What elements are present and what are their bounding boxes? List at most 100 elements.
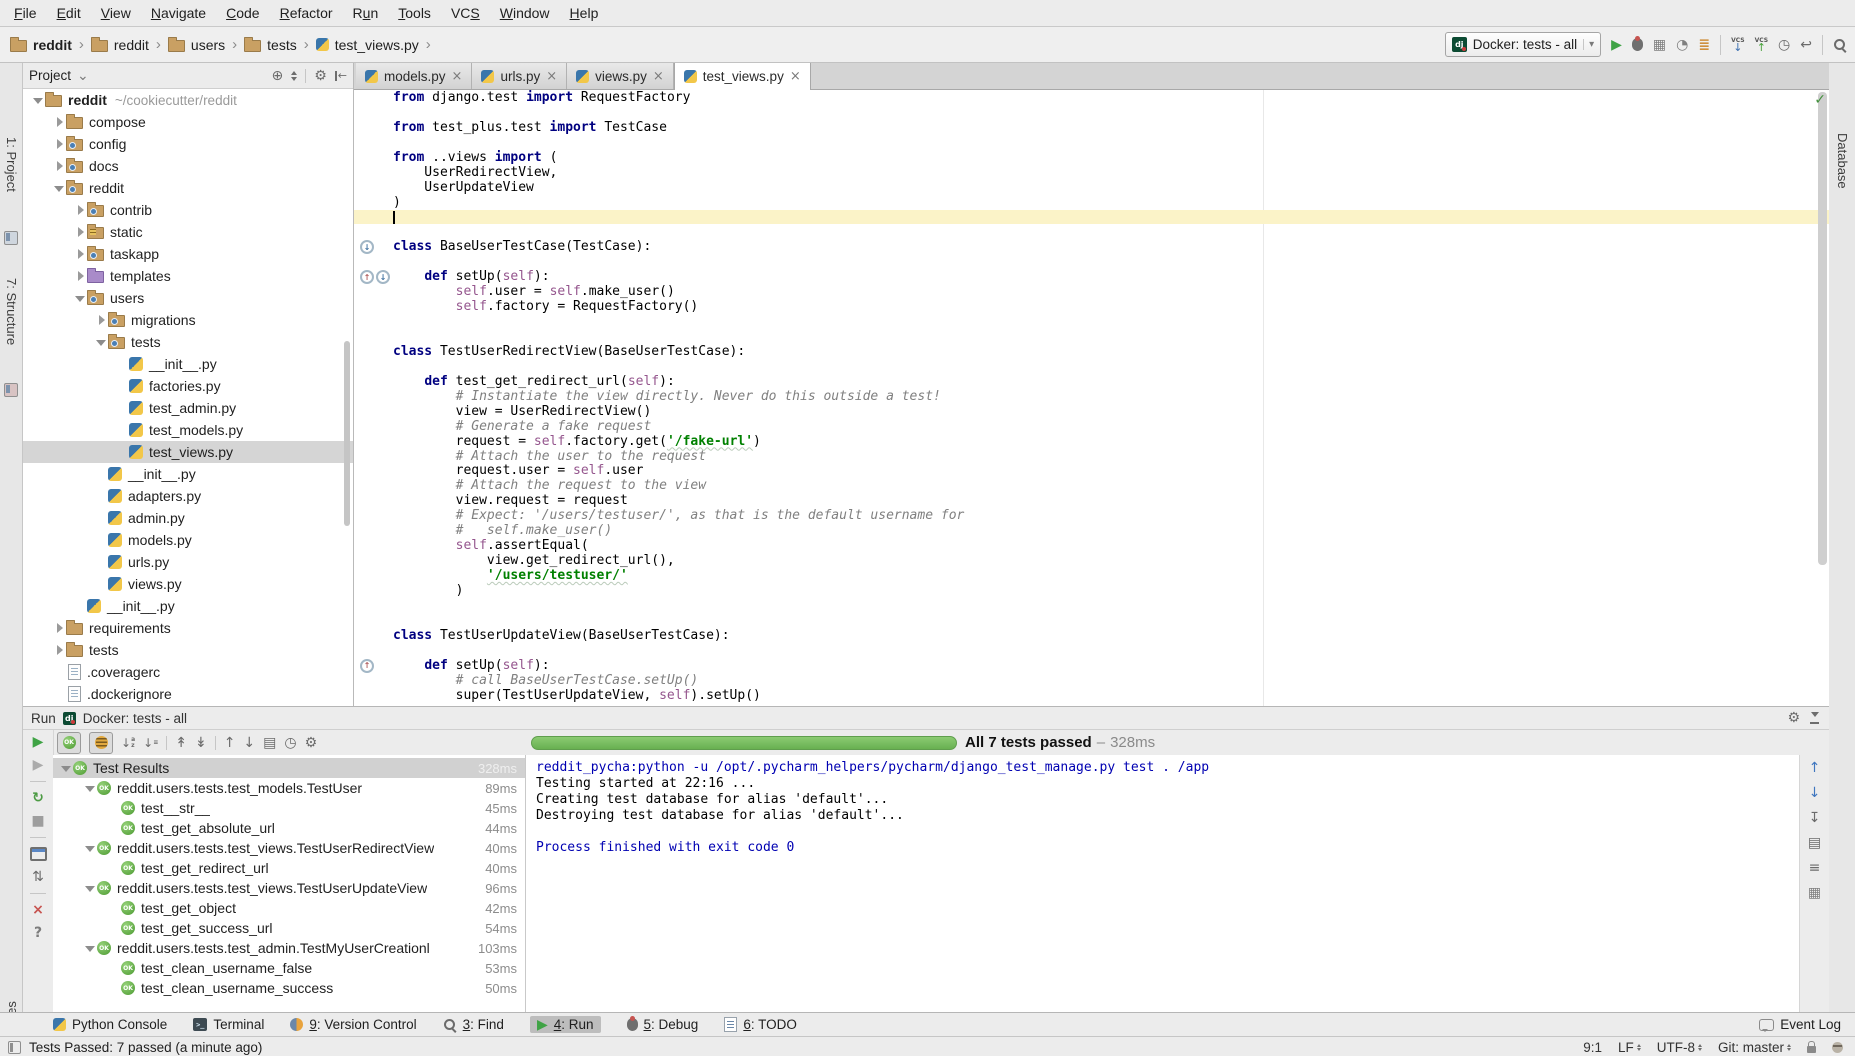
test-result-row[interactable]: reddit.users.tests.test_admin.TestMyUser… xyxy=(53,938,525,958)
collapse-all-icon[interactable] xyxy=(195,736,207,750)
menu-view[interactable]: View xyxy=(91,0,141,26)
print-icon[interactable] xyxy=(1809,861,1821,875)
test-result-row[interactable]: Test Results328ms xyxy=(53,758,525,778)
code-line[interactable]: # Generate a fake request xyxy=(354,419,1829,434)
run-test-gutter-icon[interactable] xyxy=(376,270,390,284)
code-line[interactable] xyxy=(354,329,1829,344)
git-branch-widget[interactable]: Git: master xyxy=(1718,1040,1791,1055)
toolwindow-button-python-console[interactable]: Python Console xyxy=(53,1017,167,1032)
menu-code[interactable]: Code xyxy=(216,0,269,26)
scroll-to-end-icon[interactable] xyxy=(1808,836,1821,850)
tree-item[interactable]: docs xyxy=(23,155,353,177)
test-result-row[interactable]: test_get_object42ms xyxy=(53,898,525,918)
run-button[interactable] xyxy=(1611,38,1622,52)
toolwindow-button-debug[interactable]: 5: Debug xyxy=(627,1017,699,1032)
test-result-row[interactable]: test_clean_username_success50ms xyxy=(53,978,525,998)
locate-file-icon[interactable] xyxy=(271,69,283,83)
collapsed-arrow-icon[interactable] xyxy=(52,111,66,133)
code-line[interactable]: view.request = request xyxy=(354,493,1829,508)
gutter-run-icons[interactable] xyxy=(360,240,374,254)
tree-item[interactable]: factories.py xyxy=(23,375,353,397)
code-line[interactable]: from test_plus.test import TestCase xyxy=(354,120,1829,135)
tab-models.py[interactable]: models.py xyxy=(356,63,472,89)
scroll-down-icon[interactable] xyxy=(1809,786,1821,800)
tree-item[interactable]: tests xyxy=(23,331,353,353)
test-history-icon[interactable] xyxy=(284,736,296,750)
code-line[interactable]: # Attach the user to the request xyxy=(354,449,1829,464)
collapsed-arrow-icon[interactable] xyxy=(73,265,87,287)
code-line[interactable]: view.get_redirect_url(), xyxy=(354,553,1829,568)
menu-refactor[interactable]: Refactor xyxy=(270,0,343,26)
code-line[interactable]: class BaseUserTestCase(TestCase): xyxy=(354,239,1829,254)
test-result-row[interactable]: test_get_redirect_url40ms xyxy=(53,858,525,878)
expanded-arrow-icon[interactable] xyxy=(73,287,87,309)
tree-item[interactable]: migrations xyxy=(23,309,353,331)
toolwindow-button-run[interactable]: 4: Run xyxy=(530,1016,601,1033)
clear-console-icon[interactable] xyxy=(1808,886,1821,900)
breadcrumb-item[interactable]: reddit xyxy=(10,37,72,53)
breadcrumb-item[interactable]: tests xyxy=(244,37,297,53)
code-line[interactable]: from django.test import RequestFactory xyxy=(354,90,1829,105)
soft-wrap-icon[interactable] xyxy=(1809,811,1821,825)
close-icon[interactable] xyxy=(546,69,557,84)
tab-urls.py[interactable]: urls.py xyxy=(472,63,567,89)
toolwindow-button-version-control[interactable]: 9: Version Control xyxy=(290,1017,416,1032)
encoding-widget[interactable]: UTF-8 xyxy=(1657,1040,1702,1055)
structure-icon[interactable] xyxy=(4,383,18,397)
run-with-settings-button[interactable] xyxy=(1698,38,1710,52)
test-result-row[interactable]: reddit.users.tests.test_models.TestUser8… xyxy=(53,778,525,798)
toolwindow-button-event-log[interactable]: Event Log xyxy=(1759,1017,1841,1032)
close-icon[interactable] xyxy=(790,69,801,84)
menu-navigate[interactable]: Navigate xyxy=(141,0,216,26)
run-test-gutter-icon[interactable] xyxy=(360,270,374,284)
tree-item[interactable]: .coveragerc xyxy=(23,661,353,683)
tree-item[interactable]: views.py xyxy=(23,573,353,595)
collapsed-arrow-icon[interactable] xyxy=(73,243,87,265)
inspections-ok-icon[interactable] xyxy=(1814,93,1826,107)
code-line[interactable]: self.assertEqual( xyxy=(354,538,1829,553)
code-line[interactable]: def setUp(self): xyxy=(354,269,1829,284)
tree-item[interactable]: test_views.py xyxy=(23,441,353,463)
code-line[interactable]: def setUp(self): xyxy=(354,658,1829,673)
toolwindow-button-terminal[interactable]: Terminal xyxy=(193,1017,264,1032)
code-line[interactable] xyxy=(354,359,1829,374)
toolwindow-tab-database[interactable]: Database xyxy=(1835,133,1850,189)
code-line[interactable]: UserRedirectView, xyxy=(354,165,1829,180)
code-line[interactable]: self.user = self.make_user() xyxy=(354,284,1829,299)
help-icon[interactable] xyxy=(34,926,42,940)
menu-window[interactable]: Window xyxy=(490,0,560,26)
tree-item[interactable]: compose xyxy=(23,111,353,133)
lock-icon[interactable] xyxy=(1807,1046,1816,1053)
project-tree-scrollbar[interactable] xyxy=(344,341,350,526)
toggle-auto-test-button[interactable] xyxy=(32,791,44,805)
collapsed-arrow-icon[interactable] xyxy=(52,639,66,661)
close-icon[interactable] xyxy=(653,69,664,84)
code-line[interactable] xyxy=(354,254,1829,269)
gear-icon[interactable] xyxy=(314,69,327,83)
tree-item[interactable]: test_models.py xyxy=(23,419,353,441)
tree-item[interactable]: models.py xyxy=(23,529,353,551)
breadcrumb-item[interactable]: users xyxy=(168,37,225,53)
collapsed-arrow-icon[interactable] xyxy=(73,221,87,243)
hide-panel-icon[interactable] xyxy=(335,69,347,82)
code-line[interactable]: # Instantiate the view directly. Never d… xyxy=(354,389,1829,404)
restore-layout-button[interactable] xyxy=(30,847,47,861)
collapsed-arrow-icon[interactable] xyxy=(52,133,66,155)
test-result-row[interactable]: test__str__45ms xyxy=(53,798,525,818)
code-line[interactable] xyxy=(354,598,1829,613)
expanded-arrow-icon[interactable] xyxy=(83,838,97,858)
next-test-icon[interactable] xyxy=(243,736,255,750)
test-result-row[interactable]: test_clean_username_false53ms xyxy=(53,958,525,978)
code-line[interactable] xyxy=(354,613,1829,628)
gutter-run-icons[interactable] xyxy=(360,270,390,284)
export-results-icon[interactable] xyxy=(263,736,276,750)
code-line[interactable] xyxy=(354,314,1829,329)
code-line[interactable] xyxy=(354,210,1829,225)
close-icon[interactable] xyxy=(32,903,44,917)
tab-test_views.py[interactable]: test_views.py xyxy=(674,63,811,90)
toolwindow-button-todo[interactable]: 6: TODO xyxy=(724,1017,797,1032)
gear-icon[interactable] xyxy=(305,736,318,750)
run-console[interactable]: reddit_pycha:python -u /opt/.pycharm_hel… xyxy=(526,755,1800,1013)
code-line[interactable] xyxy=(354,135,1829,150)
vcs-update-button[interactable] xyxy=(1731,37,1744,52)
